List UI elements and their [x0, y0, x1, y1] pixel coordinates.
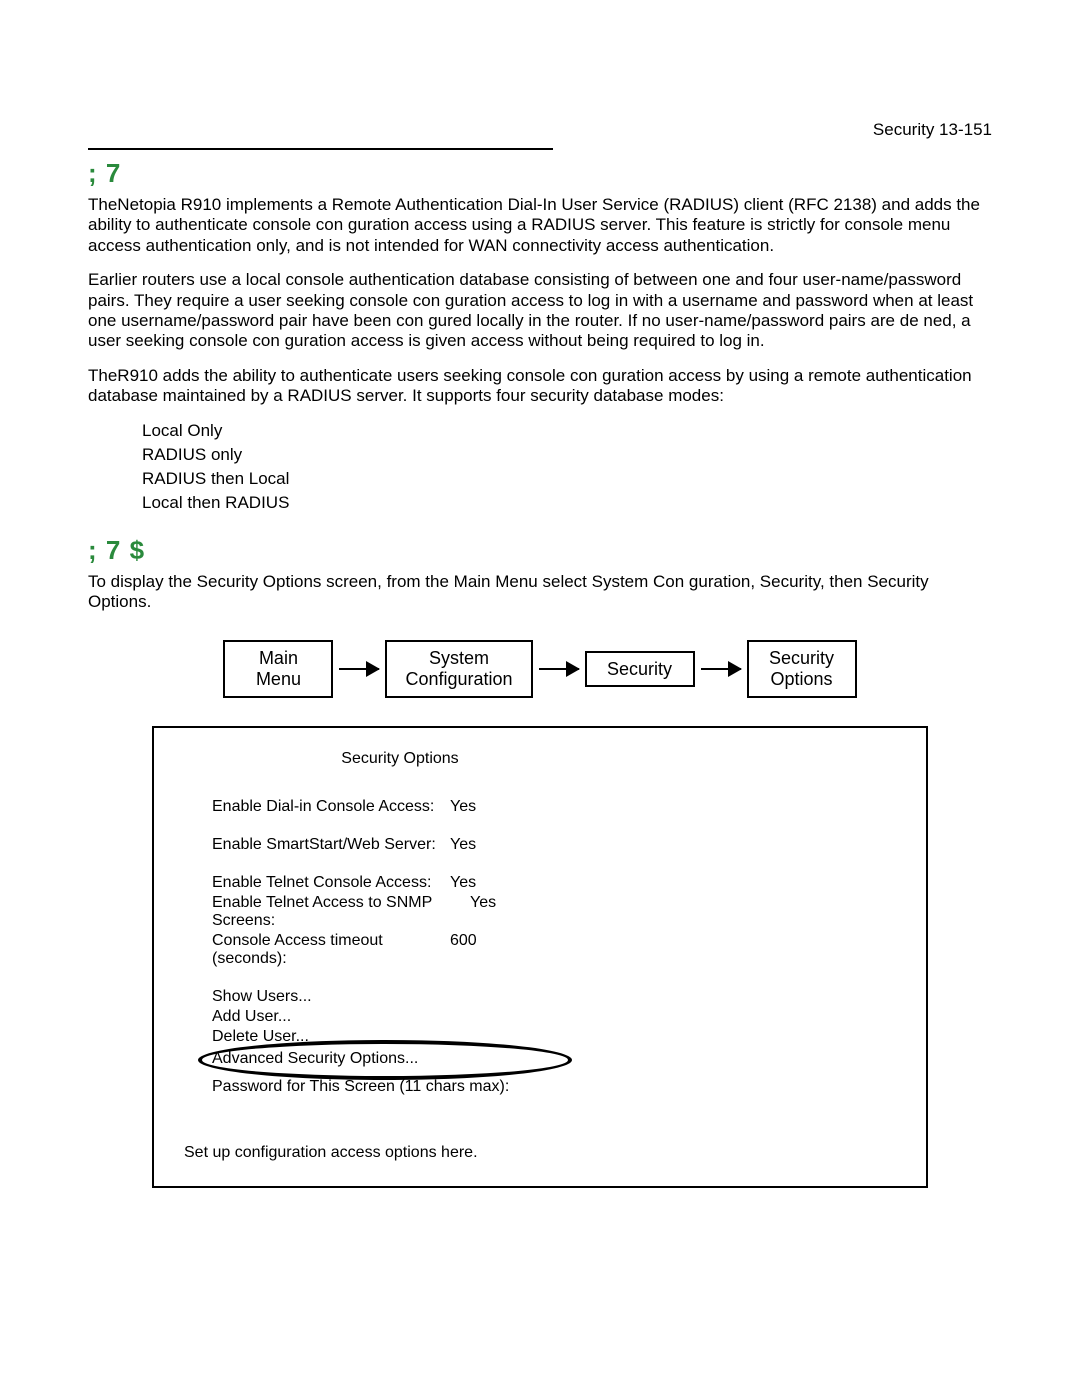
option-label: Enable Telnet Access to SNMP Screens:: [212, 894, 450, 930]
option-value: Yes: [450, 874, 476, 892]
terminal-screen: Security Options Enable Dial-in Console …: [152, 726, 928, 1188]
section-heading-options: ; 7 $: [88, 535, 992, 566]
option-label: Enable Dial-in Console Access:: [212, 798, 450, 816]
list-item: Local then RADIUS: [142, 493, 992, 513]
option-row: Enable Telnet Access to SNMP Screens: Ye…: [212, 894, 906, 930]
paragraph: TheR910 adds the ability to authenticate…: [88, 366, 992, 407]
option-row-password: Password for This Screen (11 chars max):: [212, 1078, 906, 1096]
paragraph: Earlier routers use a local console auth…: [88, 270, 992, 352]
option-value: Yes: [450, 798, 476, 816]
option-row: Console Access timeout (seconds): 600: [212, 932, 906, 968]
page-header: Security 13-151: [88, 120, 992, 140]
option-row: Enable Dial-in Console Access: Yes: [212, 798, 906, 816]
screen-footer-note: Set up configuration access options here…: [184, 1144, 906, 1162]
breadcrumb-step-system-configuration: System Configuration: [385, 640, 532, 697]
option-label: Enable SmartStart/Web Server:: [212, 836, 450, 854]
breadcrumb-step-security-options: Security Options: [747, 640, 857, 697]
menu-item-delete-user: Delete User...: [212, 1028, 906, 1046]
option-row: Enable SmartStart/Web Server: Yes: [212, 836, 906, 854]
menu-item-advanced-security: Advanced Security Options...: [212, 1050, 418, 1067]
mode-list: Local Only RADIUS only RADIUS then Local…: [142, 421, 992, 513]
option-value: 600: [450, 932, 477, 968]
list-item: Local Only: [142, 421, 992, 441]
breadcrumb: Main Menu System Configuration Security …: [88, 640, 992, 697]
breadcrumb-step-security: Security: [585, 651, 695, 688]
breadcrumb-step-main-menu: Main Menu: [223, 640, 333, 697]
menu-item-add-user: Add User...: [212, 1008, 906, 1026]
option-value: Yes: [450, 836, 476, 854]
option-row: Enable Telnet Console Access: Yes: [212, 874, 906, 892]
option-label: Enable Telnet Console Access:: [212, 874, 450, 892]
list-item: RADIUS only: [142, 445, 992, 465]
arrow-icon: [701, 668, 741, 670]
screen-title: Security Options: [0, 750, 906, 768]
section-heading-radius: ; 7: [88, 158, 992, 189]
list-item: RADIUS then Local: [142, 469, 992, 489]
paragraph: TheNetopia R910 implements a Remote Auth…: [88, 195, 992, 256]
header-rule: [88, 148, 553, 150]
option-label: Console Access timeout (seconds):: [212, 932, 450, 968]
paragraph: To display the Security Options screen, …: [88, 572, 992, 613]
option-value: Yes: [470, 894, 496, 930]
arrow-icon: [339, 668, 379, 670]
menu-item-show-users: Show Users...: [212, 988, 906, 1006]
arrow-icon: [539, 668, 579, 670]
